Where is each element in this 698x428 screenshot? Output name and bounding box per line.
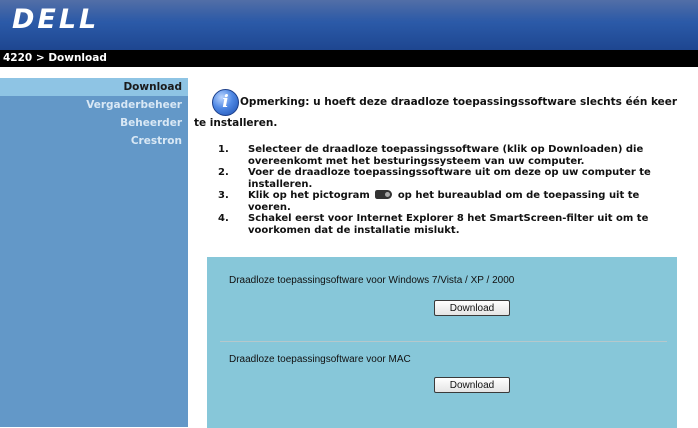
breadcrumb: 4220 > Download: [0, 50, 698, 67]
note-text-continued: te installeren.: [194, 117, 278, 129]
sidebar-item-crestron[interactable]: Crestron: [0, 132, 188, 150]
windows-download-label: Draadloze toepassingsoftware voor Window…: [229, 275, 515, 286]
sidebar: Download Vergaderbeheer Beheerder Crestr…: [0, 78, 188, 427]
step-number: 2.: [218, 167, 229, 178]
mac-download-label: Draadloze toepassingsoftware voor MAC: [229, 354, 411, 365]
info-icon: i: [212, 89, 239, 116]
list-item: 3. Klik op het pictogram op het bureaubl…: [218, 190, 668, 213]
divider: [220, 341, 667, 342]
download-windows-button[interactable]: Download: [434, 300, 510, 316]
step-number: 4.: [218, 213, 229, 224]
step-text: Schakel eerst voor Internet Explorer 8 h…: [248, 213, 649, 236]
sidebar-item-vergaderbeheer[interactable]: Vergaderbeheer: [0, 96, 188, 114]
header-bar: DELL: [0, 0, 698, 50]
dell-logo: DELL: [12, 4, 100, 35]
list-item: 2. Voer de draadloze toepassingssoftware…: [218, 167, 668, 190]
sidebar-item-beheerder[interactable]: Beheerder: [0, 114, 188, 132]
download-mac-button[interactable]: Download: [434, 377, 510, 393]
sidebar-item-download[interactable]: Download: [0, 78, 188, 96]
step-text: Klik op het pictogram: [248, 190, 370, 201]
download-panel: Draadloze toepassingsoftware voor Window…: [207, 256, 677, 428]
projector-icon: [375, 190, 393, 199]
note-text: Opmerking: u hoeft deze draadloze toepas…: [240, 96, 678, 108]
list-item: 4. Schakel eerst voor Internet Explorer …: [218, 213, 668, 236]
instruction-list: 1. Selecteer de draadloze toepassingssof…: [218, 144, 668, 236]
step-number: 3.: [218, 190, 229, 201]
list-item: 1. Selecteer de draadloze toepassingssof…: [218, 144, 668, 167]
step-number: 1.: [218, 144, 229, 155]
header-shine: [0, 0, 698, 22]
step-text: Selecteer de draadloze toepassingssoftwa…: [248, 144, 644, 167]
step-text: Voer de draadloze toepassingssoftware ui…: [248, 167, 651, 190]
